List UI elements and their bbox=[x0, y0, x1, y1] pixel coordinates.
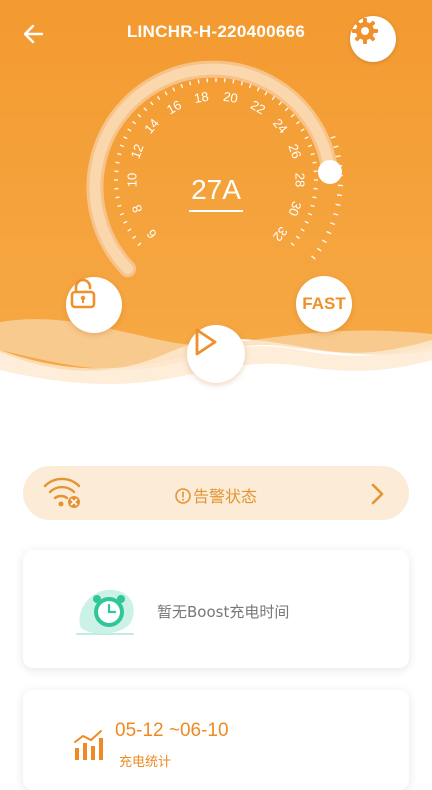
dial-tick bbox=[117, 154, 121, 155]
dial-outer-tick bbox=[336, 204, 341, 205]
warning-icon bbox=[175, 488, 191, 504]
dial-tick bbox=[233, 80, 234, 84]
dial-tick bbox=[190, 81, 191, 85]
dial-outer-tick bbox=[336, 156, 341, 157]
settings-button[interactable] bbox=[350, 16, 396, 62]
unlock-icon bbox=[66, 277, 100, 311]
play-icon bbox=[187, 325, 221, 359]
alarm-status-label: 告警状态 bbox=[23, 483, 409, 507]
current-value: 27A bbox=[176, 174, 256, 206]
dial-tick bbox=[117, 205, 121, 206]
dial-tick-label: 20 bbox=[222, 89, 239, 106]
fast-button[interactable]: FAST bbox=[296, 276, 352, 332]
bar-chart-icon bbox=[71, 728, 105, 762]
chevron-right-icon bbox=[367, 481, 387, 507]
lock-button[interactable] bbox=[66, 277, 122, 333]
alarm-clock-icon bbox=[73, 584, 145, 640]
dial-tick bbox=[313, 197, 317, 198]
dial-tick bbox=[116, 197, 120, 198]
dial-tick bbox=[311, 154, 315, 155]
dial-tick-label: 28 bbox=[293, 173, 308, 187]
alarm-status-bar[interactable]: 告警状态 bbox=[23, 466, 409, 520]
dial-outer-tick bbox=[337, 195, 342, 196]
dial-tick bbox=[313, 162, 317, 163]
stats-label: 充电统计 bbox=[119, 751, 171, 770]
stats-date-range: 05-12 ~06-10 bbox=[115, 720, 229, 742]
dial-tick-label: 18 bbox=[193, 89, 210, 106]
value-underline bbox=[189, 210, 243, 212]
dial-tick bbox=[241, 81, 242, 85]
dial-knob[interactable] bbox=[318, 160, 342, 184]
boost-schedule-card[interactable]: 暂无Boost充电时间 bbox=[23, 550, 409, 668]
dial-tick bbox=[116, 162, 120, 163]
alarm-status-text: 告警状态 bbox=[193, 487, 257, 506]
gear-icon bbox=[350, 16, 380, 46]
dial-tick-label: 10 bbox=[125, 173, 140, 187]
back-button[interactable] bbox=[20, 20, 48, 48]
dial-tick bbox=[198, 80, 199, 84]
charge-stats-card[interactable]: 05-12 ~06-10 充电统计 bbox=[23, 690, 409, 790]
hero-panel: 68101214161820222426283032 LINCHR-H-2204… bbox=[0, 0, 432, 400]
back-arrow-icon bbox=[20, 20, 48, 48]
boost-empty-text: 暂无Boost充电时间 bbox=[157, 601, 289, 622]
dial-tick bbox=[311, 205, 315, 206]
play-button[interactable] bbox=[187, 325, 245, 383]
